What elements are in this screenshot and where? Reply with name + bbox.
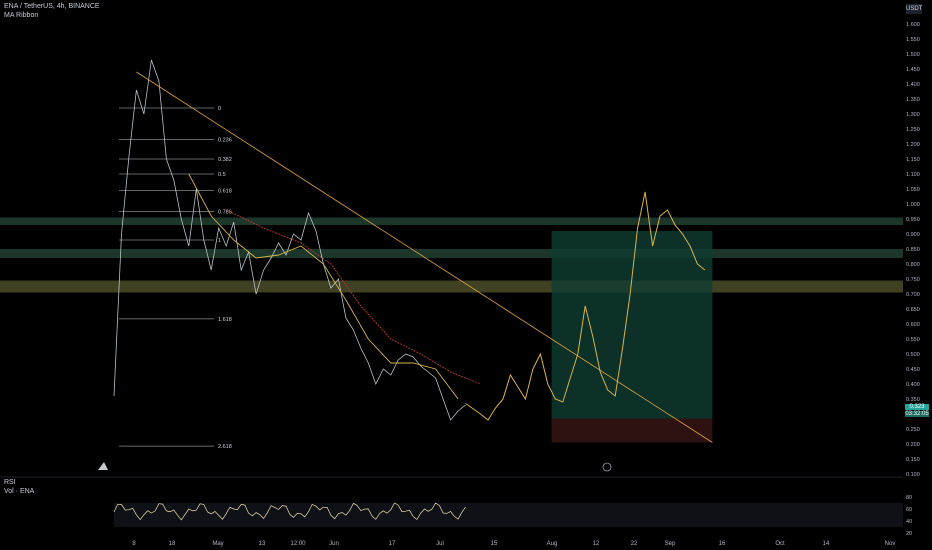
price-tick-label: 0.400 bbox=[906, 382, 920, 388]
price-tick-label: 0.900 bbox=[906, 232, 920, 238]
fib-level-label: 1.618 bbox=[218, 317, 232, 323]
price-tick-label: 1.250 bbox=[906, 127, 920, 133]
price-tick-label: 0.650 bbox=[906, 307, 920, 313]
price-tick-label: 1.300 bbox=[906, 112, 920, 118]
price-tick-label: 0.450 bbox=[906, 367, 920, 373]
time-tick-label: 15 bbox=[491, 541, 498, 547]
price-tick-label: 1.200 bbox=[906, 142, 920, 148]
price-zone bbox=[0, 217, 903, 225]
time-axis[interactable]: 8 18 May 13 12:00 Jun 17 Jul 15 Aug 12 22 Sep 16 Oct 14… bbox=[132, 541, 895, 547]
price-tick-label: 1.450 bbox=[906, 67, 920, 73]
price-tick-label: 0.700 bbox=[906, 292, 920, 298]
rsi-pane: 80 60 40 20 bbox=[0, 476, 912, 537]
time-tick-label: 13 bbox=[259, 541, 266, 547]
currency-unit-badge[interactable]: USDT bbox=[906, 4, 922, 14]
rsi-tick-label: 40 bbox=[906, 519, 912, 525]
price-tick-label: 1.600 bbox=[906, 22, 920, 28]
fib-level-label: 0.618 bbox=[218, 189, 232, 195]
fib-level-label: 0.236 bbox=[218, 138, 232, 144]
price-tick-label: 1.550 bbox=[906, 37, 920, 43]
price-tick-label: 0.950 bbox=[906, 217, 920, 223]
price-tick-label: 1.500 bbox=[906, 52, 920, 58]
fibonacci-extension[interactable]: 0 0.236 0.382 0.5 0.618 0.786 1 1.618 2.618 bbox=[119, 106, 232, 450]
time-tick-label: 12:00 bbox=[290, 541, 306, 547]
time-tick-label: May bbox=[212, 541, 223, 547]
rsi-legend[interactable]: RSI bbox=[4, 479, 16, 486]
price-tick-label: 1.400 bbox=[906, 82, 920, 88]
chart-canvas[interactable]: 0 0.236 0.382 0.5 0.618 0.786 1 1.618 2.618 0.10… bbox=[0, 0, 932, 550]
price-zone bbox=[0, 280, 903, 293]
price-tick-label: 0.550 bbox=[906, 337, 920, 343]
time-tick-label: Oct bbox=[775, 541, 785, 547]
time-tick-label: Sep bbox=[665, 541, 676, 547]
time-tick-label: 17 bbox=[389, 541, 396, 547]
price-tick-label: 0.250 bbox=[906, 427, 920, 433]
price-tick-label: 0.200 bbox=[906, 442, 920, 448]
fib-level-label: 0.786 bbox=[218, 210, 232, 216]
rsi-tick-label: 60 bbox=[906, 507, 912, 513]
price-tick-label: 0.600 bbox=[906, 322, 920, 328]
time-tick-label: Jun bbox=[329, 541, 339, 547]
price-tick-label: 1.100 bbox=[906, 172, 920, 178]
time-tick-label: Aug bbox=[547, 541, 558, 547]
support-resistance-zones bbox=[0, 217, 903, 293]
fib-level-label: 0 bbox=[218, 106, 221, 112]
symbol-legend[interactable]: ENA / TetherUS, 4h, BINANCE bbox=[4, 3, 100, 10]
rsi-tick-label: 80 bbox=[906, 495, 912, 501]
price-tick-label: 0.100 bbox=[906, 472, 920, 478]
last-price-badge: 0.323 bbox=[905, 404, 929, 410]
fib-level-label: 2.618 bbox=[218, 444, 232, 450]
rsi-band bbox=[114, 503, 903, 527]
stop-zone bbox=[551, 418, 713, 443]
rsi-tick-label: 20 bbox=[906, 531, 912, 537]
volume-legend[interactable]: Vol · ENA bbox=[4, 488, 34, 495]
time-tick-label: 8 bbox=[132, 541, 136, 547]
time-tick-label: Jul bbox=[436, 541, 444, 547]
long-position-tool[interactable] bbox=[551, 231, 713, 443]
fib-level-label: 1 bbox=[218, 238, 221, 244]
price-tick-label: 0.500 bbox=[906, 352, 920, 358]
time-tick-label: Nov bbox=[885, 541, 896, 547]
price-tick-label: 0.750 bbox=[906, 277, 920, 283]
fib-level-label: 0.382 bbox=[218, 157, 232, 163]
indicator-legend[interactable]: MA Ribbon bbox=[4, 12, 38, 19]
price-tick-label: 0.800 bbox=[906, 262, 920, 268]
ma-slow-line bbox=[226, 209, 481, 385]
price-tick-label: 0.850 bbox=[906, 247, 920, 253]
fib-level-label: 0.5 bbox=[218, 172, 226, 178]
time-tick-label: 16 bbox=[719, 541, 726, 547]
price-zone bbox=[0, 249, 903, 258]
price-tick-label: 1.050 bbox=[906, 187, 920, 193]
price-tick-label: 1.350 bbox=[906, 97, 920, 103]
time-tick-label: 12 bbox=[593, 541, 600, 547]
time-tick-label: 18 bbox=[169, 541, 176, 547]
replay-icon[interactable] bbox=[602, 462, 612, 472]
time-tick-label: 22 bbox=[631, 541, 638, 547]
time-tick-label: 14 bbox=[823, 541, 830, 547]
bar-countdown-badge: 03:32:05 bbox=[905, 411, 929, 417]
price-tick-label: 1.150 bbox=[906, 157, 920, 163]
price-tick-label: 0.350 bbox=[906, 397, 920, 403]
price-tick-label: 1.000 bbox=[906, 202, 920, 208]
tradingview-logo-icon bbox=[98, 462, 108, 470]
price-tick-label: 0.150 bbox=[906, 457, 920, 463]
